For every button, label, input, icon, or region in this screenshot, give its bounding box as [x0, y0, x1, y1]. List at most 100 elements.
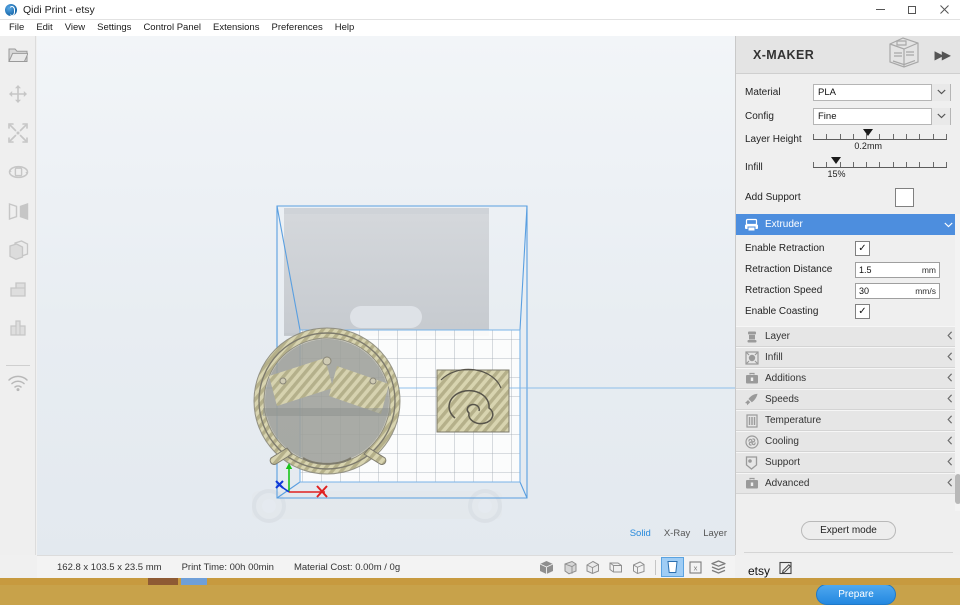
enable-retraction-checkbox[interactable]: ✓	[855, 241, 870, 256]
retraction-distance-input[interactable]: 1.5 mm	[855, 261, 940, 278]
add-support-checkbox[interactable]	[895, 187, 914, 207]
section-label: Support	[765, 457, 801, 468]
advanced-icon	[744, 476, 759, 491]
menu-extensions[interactable]: Extensions	[207, 20, 265, 36]
extruder-icon	[744, 217, 759, 232]
enable-coasting-row: Enable Coasting ✓	[736, 301, 960, 322]
expert-mode-button[interactable]: Expert mode	[801, 521, 896, 540]
window-title: Qidi Print - etsy	[23, 3, 95, 16]
mirror-icon[interactable]	[5, 198, 31, 224]
per-model-settings-icon[interactable]	[5, 315, 31, 341]
support-blocker-icon[interactable]	[5, 276, 31, 302]
section-additions[interactable]: Additions	[736, 368, 960, 389]
section-advanced[interactable]: Advanced	[736, 473, 960, 494]
retraction-speed-input[interactable]: 30 mm/s	[855, 282, 940, 299]
view-mode-layer[interactable]: Layer	[703, 528, 727, 539]
settings-scrollbar[interactable]	[955, 214, 960, 511]
layer-view-icon[interactable]	[707, 557, 730, 577]
section-layer[interactable]: Layer	[736, 326, 960, 347]
material-dropdown[interactable]: PLA	[813, 83, 951, 101]
section-label: Temperature	[765, 415, 822, 426]
menu-edit[interactable]: Edit	[30, 20, 58, 36]
taskbar-item-2[interactable]	[181, 578, 207, 585]
print-time: Print Time: 00h 00min	[181, 561, 274, 573]
wifi-icon[interactable]	[5, 370, 31, 396]
material-cost: Material Cost: 0.00m / 0g	[293, 561, 401, 573]
enable-retraction-row: Enable Retraction ✓	[736, 238, 960, 259]
section-temperature[interactable]: Temperature	[736, 410, 960, 431]
toolbar-divider	[6, 365, 30, 366]
view-toolbar: x	[535, 557, 735, 577]
collapse-panel-icon[interactable]: ▶▶	[935, 48, 952, 62]
view-front-icon[interactable]	[558, 557, 581, 577]
solid-view-icon[interactable]	[661, 557, 684, 577]
field-label: Retraction Distance	[745, 264, 833, 275]
infill-label: Infill	[745, 162, 763, 173]
section-cooling[interactable]: Cooling	[736, 431, 960, 452]
chevron-left-icon	[947, 457, 953, 468]
infill-icon	[744, 350, 759, 365]
section-speeds[interactable]: Speeds	[736, 389, 960, 410]
menu-view[interactable]: View	[59, 20, 91, 36]
menu-control-panel[interactable]: Control Panel	[137, 20, 207, 36]
model-dimensions: 162.8 x 103.5 x 23.5 mm	[57, 561, 162, 573]
rotate-icon[interactable]	[5, 159, 31, 185]
move-icon[interactable]	[5, 81, 31, 107]
view-mode-xray[interactable]: X-Ray	[664, 528, 690, 539]
scrollbar-thumb[interactable]	[955, 474, 960, 504]
layer-height-value: 0.2mm	[854, 141, 882, 151]
view-mode-solid[interactable]: Solid	[630, 528, 651, 539]
infill-handle[interactable]	[831, 157, 842, 164]
layer-height-slider[interactable]: 0.2mm	[813, 128, 951, 154]
desktop-taskbar-strip	[0, 578, 960, 585]
view-left-icon[interactable]	[604, 557, 627, 577]
menu-preferences[interactable]: Preferences	[265, 20, 328, 36]
settings-sections-scroll[interactable]: Extruder Enable Retraction ✓ Retraction …	[736, 214, 960, 511]
infill-slider[interactable]: 15%	[813, 156, 951, 182]
svg-text:x: x	[694, 563, 698, 572]
panel-divider	[744, 552, 953, 553]
chevron-down-icon	[944, 220, 953, 230]
chevron-down-icon	[931, 83, 950, 101]
prepare-button[interactable]: Prepare	[816, 584, 896, 605]
close-button[interactable]	[928, 0, 960, 20]
material-row: Material PLA	[736, 80, 960, 104]
chevron-left-icon	[947, 373, 953, 384]
duplicate-icon[interactable]	[5, 237, 31, 263]
expert-mode-area: Expert mode	[736, 513, 960, 548]
section-label: Infill	[765, 352, 783, 363]
check-icon: ✓	[858, 306, 867, 317]
field-label: Retraction Speed	[745, 285, 823, 296]
chevron-left-icon	[947, 331, 953, 342]
view-right-icon[interactable]	[627, 557, 650, 577]
add-support-label: Add Support	[745, 191, 801, 203]
view-3d-icon[interactable]	[535, 557, 558, 577]
open-file-icon[interactable]	[5, 42, 31, 68]
section-support[interactable]: Support	[736, 452, 960, 473]
minimize-button[interactable]	[864, 0, 896, 20]
section-infill[interactable]: Infill	[736, 347, 960, 368]
build-scene	[252, 205, 735, 523]
menu-file[interactable]: File	[3, 20, 30, 36]
project-name: etsy	[748, 563, 771, 578]
check-icon: ✓	[858, 243, 867, 254]
section-label: Extruder	[765, 219, 803, 230]
config-dropdown[interactable]: Fine	[813, 107, 951, 125]
maximize-button[interactable]	[896, 0, 928, 20]
section-label: Cooling	[765, 436, 799, 447]
section-extruder[interactable]: Extruder	[736, 214, 960, 235]
viewport-3d[interactable]: Solid X-Ray Layer	[37, 36, 735, 555]
scale-icon[interactable]	[5, 120, 31, 146]
app-logo-icon	[5, 3, 17, 16]
status-bar: 162.8 x 103.5 x 23.5 mm Print Time: 00h …	[37, 555, 735, 578]
toolbar-separator	[655, 559, 656, 575]
xray-view-icon[interactable]: x	[684, 557, 707, 577]
menu-settings[interactable]: Settings	[91, 20, 137, 36]
material-value: PLA	[818, 86, 836, 98]
view-top-icon[interactable]	[581, 557, 604, 577]
slider-track	[813, 139, 947, 140]
taskbar-item-1[interactable]	[148, 578, 178, 585]
enable-coasting-checkbox[interactable]: ✓	[855, 304, 870, 319]
layer-height-handle[interactable]	[863, 129, 874, 136]
menu-help[interactable]: Help	[329, 20, 361, 36]
